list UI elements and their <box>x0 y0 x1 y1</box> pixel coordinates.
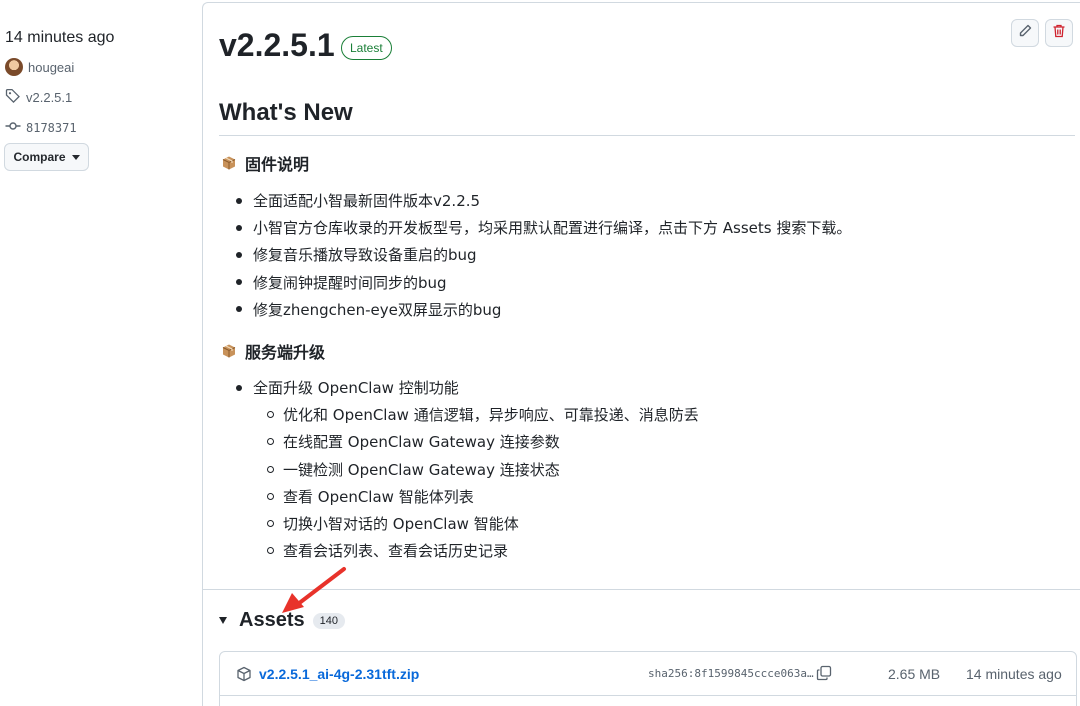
sub-list-item: 优化和 OpenClaw 通信逻辑，异步响应、可靠投递、消息防丢 <box>231 401 699 428</box>
tag-icon <box>5 88 21 107</box>
list-item: 全面升级 OpenClaw 控制功能 <box>231 374 699 401</box>
avatar <box>5 58 23 76</box>
section-title: 服务端升级 <box>245 345 326 362</box>
release-title[interactable]: v2.2.5.1 <box>219 27 335 64</box>
asset-sha: sha256:8f1599845ccce063a… <box>648 667 814 680</box>
triangle-down-icon <box>219 617 227 624</box>
sub-list-item: 一键检测 OpenClaw Gateway 连接状态 <box>231 456 699 483</box>
compare-button[interactable]: Compare <box>4 143 89 171</box>
package-icon <box>221 155 237 171</box>
author-name: hougeai <box>28 59 75 75</box>
package-icon <box>236 666 252 687</box>
delete-button[interactable] <box>1045 19 1073 47</box>
whats-new-heading: What's New <box>219 99 1075 136</box>
tag-link[interactable]: v2.2.5.1 <box>5 88 72 107</box>
pencil-icon <box>1017 23 1033 44</box>
section-heading-server: 服务端升级 <box>221 339 325 363</box>
latest-badge: Latest <box>341 36 392 60</box>
release-time: 14 minutes ago <box>5 29 115 46</box>
sub-list-item: 切换小智对话的 OpenClaw 智能体 <box>231 510 699 537</box>
list-item: 修复zhengchen-eye双屏显示的bug <box>231 296 851 323</box>
release-sidebar: 14 minutes ago hougeai v2.2.5.1 8178371 … <box>0 0 202 706</box>
firmware-list: 全面适配小智最新固件版本v2.2.5 小智官方仓库收录的开发板型号，均采用默认配… <box>231 187 851 323</box>
section-title: 固件说明 <box>245 157 310 174</box>
author-link[interactable]: hougeai <box>5 58 74 76</box>
list-item: 修复音乐播放导致设备重启的bug <box>231 241 851 268</box>
sub-list-item: 在线配置 OpenClaw Gateway 连接参数 <box>231 428 699 455</box>
sub-list-item: 查看 OpenClaw 智能体列表 <box>231 483 699 510</box>
compare-label: Compare <box>13 150 66 164</box>
commit-icon <box>5 118 21 137</box>
edit-button[interactable] <box>1011 19 1039 47</box>
list-item: 全面适配小智最新固件版本v2.2.5 <box>231 187 851 214</box>
copy-icon[interactable] <box>816 665 832 686</box>
chevron-down-icon <box>71 154 80 160</box>
section-heading-firmware: 固件说明 <box>221 151 309 175</box>
asset-time: 14 minutes ago <box>966 665 1062 682</box>
package-icon <box>221 343 237 359</box>
list-item: 修复闹钟提醒时间同步的bug <box>231 269 851 296</box>
server-list: 全面升级 OpenClaw 控制功能 优化和 OpenClaw 通信逻辑，异步响… <box>231 374 699 564</box>
trash-icon <box>1051 23 1067 44</box>
commit-sha: 8178371 <box>26 120 77 135</box>
list-item: 小智官方仓库收录的开发板型号，均采用默认配置进行编译，点击下方 Assets 搜… <box>231 214 851 241</box>
asset-download-link[interactable]: v2.2.5.1_ai-4g-2.31tft.zip <box>259 666 419 682</box>
commit-link[interactable]: 8178371 <box>5 118 77 137</box>
asset-size: 2.65 MB <box>888 665 941 682</box>
annotation-arrow-icon <box>282 567 346 613</box>
tag-name: v2.2.5.1 <box>26 90 73 105</box>
assets-list: v2.2.5.1_ai-4g-2.31tft.zip sha256:8f1599… <box>219 651 1077 706</box>
asset-row: v2.2.5.1_ai-4g-2.31tft.zip sha256:8f1599… <box>220 652 1076 696</box>
